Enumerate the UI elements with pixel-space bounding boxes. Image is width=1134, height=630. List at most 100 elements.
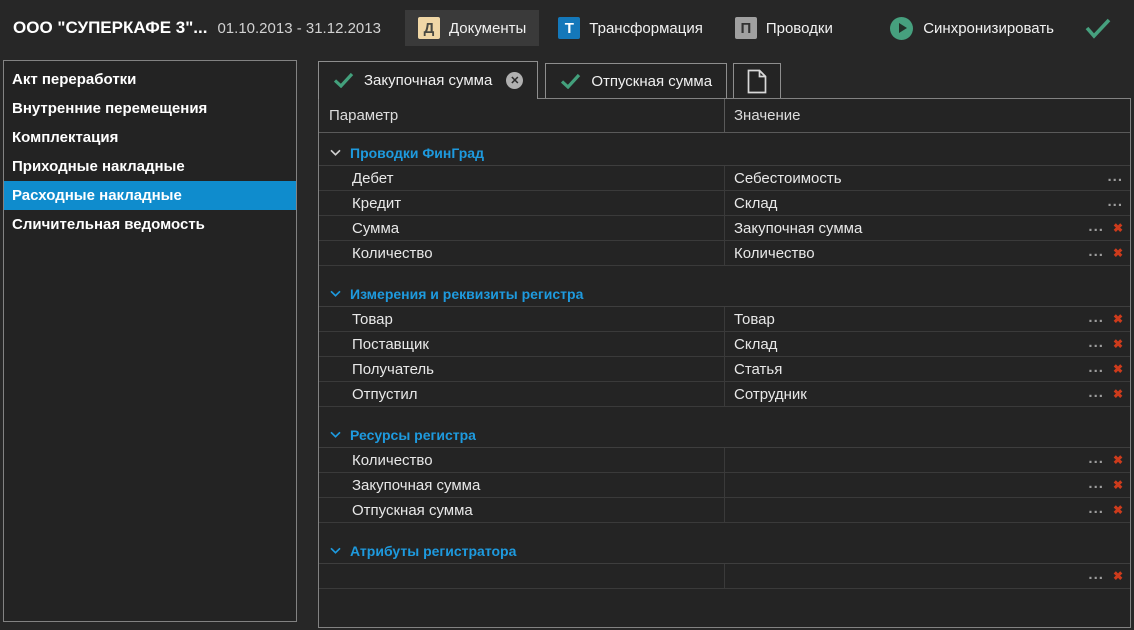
table-row[interactable]: ДебетСебестоимость... [319, 166, 1130, 191]
value-text: Количество [734, 245, 815, 262]
section-header[interactable]: Атрибуты регистратора [319, 538, 1130, 564]
ellipsis-button[interactable]: ... [1088, 335, 1104, 354]
remove-x-button[interactable]: ✖ [1113, 363, 1123, 375]
value-cell[interactable]: Сотрудник... ✖ [724, 382, 1130, 406]
sidebar-item[interactable]: Расходные накладные [4, 181, 296, 210]
main-area: Закупочная сумма ✕ Отпускная сумма Парамет… [318, 60, 1131, 628]
value-cell[interactable]: ... ✖ [724, 564, 1130, 588]
nav-button-documents[interactable]: Д Документы [405, 10, 539, 46]
table-row[interactable]: Закупочная сумма... ✖ [319, 473, 1130, 498]
value-cell[interactable]: Количество... ✖ [724, 241, 1130, 265]
sidebar-item[interactable]: Приходные накладные [4, 152, 296, 181]
section-header[interactable]: Измерения и реквизиты регистра [319, 281, 1130, 307]
chevron-down-icon[interactable] [330, 290, 341, 297]
row-controls: ... ✖ [1088, 501, 1130, 520]
ellipsis-button[interactable]: ... [1088, 451, 1104, 470]
param-cell: Закупочная сумма [319, 473, 724, 497]
table-row[interactable]: КоличествоКоличество... ✖ [319, 241, 1130, 266]
remove-x-button[interactable]: ✖ [1113, 388, 1123, 400]
value-cell[interactable]: Закупочная сумма...✖ [724, 216, 1130, 240]
postings-icon: П [735, 17, 757, 39]
remove-x-button[interactable]: ✖ [1113, 570, 1123, 582]
table-header: Параметр Значение [319, 99, 1130, 133]
remove-x-button[interactable]: ✖ [1113, 313, 1123, 325]
confirm-check-icon[interactable] [1084, 17, 1112, 39]
table-row[interactable]: ... ✖ [319, 564, 1130, 589]
remove-x-button[interactable]: ✖ [1113, 454, 1123, 466]
ellipsis-button[interactable]: ... [1088, 360, 1104, 379]
new-document-icon [747, 69, 767, 94]
sidebar: Акт переработкиВнутренние перемещенияКом… [3, 60, 297, 622]
table-section: Ресурсы регистраКоличество...✖Закупочная… [319, 422, 1130, 523]
param-cell: Получатель [319, 357, 724, 381]
ellipsis-button[interactable]: ... [1088, 244, 1104, 263]
nav-button-transformation[interactable]: ТТрансформация [545, 10, 716, 46]
documents-icon: Д [418, 17, 440, 39]
chevron-down-icon[interactable] [330, 149, 341, 156]
row-controls: ... [1107, 169, 1130, 188]
section-header[interactable]: Ресурсы регистра [319, 422, 1130, 448]
ellipsis-button[interactable]: ... [1088, 476, 1104, 495]
row-controls: ... ✖ [1088, 476, 1130, 495]
value-cell[interactable]: Склад... [724, 191, 1130, 215]
play-icon [890, 17, 913, 40]
value-cell[interactable]: Склад... ✖ [724, 332, 1130, 356]
table-row[interactable]: СуммаЗакупочная сумма...✖ [319, 216, 1130, 241]
synchronize-button[interactable]: Синхронизировать [886, 11, 1058, 46]
ellipsis-button[interactable]: ... [1088, 385, 1104, 404]
nav-label: Документы [449, 20, 526, 37]
value-cell[interactable]: ... ✖ [724, 473, 1130, 497]
value-cell[interactable]: ... ✖ [724, 498, 1130, 522]
table-row[interactable]: КредитСклад... [319, 191, 1130, 216]
sidebar-item[interactable]: Акт переработки [4, 65, 296, 94]
ellipsis-button[interactable]: ... [1107, 194, 1123, 213]
value-cell[interactable]: Себестоимость... [724, 166, 1130, 190]
document-tab[interactable]: Отпускная сумма [545, 63, 727, 98]
sidebar-item[interactable]: Внутренние перемещения [4, 94, 296, 123]
row-controls: ... [1107, 194, 1130, 213]
sidebar-item[interactable]: Сличительная ведомость [4, 210, 296, 239]
close-icon[interactable]: ✕ [506, 72, 523, 89]
ellipsis-button[interactable]: ... [1088, 501, 1104, 520]
table-row[interactable]: Отпускная сумма... ✖ [319, 498, 1130, 523]
value-cell[interactable]: Товар...✖ [724, 307, 1130, 331]
remove-x-button[interactable]: ✖ [1113, 504, 1123, 516]
table-row[interactable]: ОтпустилСотрудник...✖ [319, 382, 1130, 407]
value-cell[interactable]: Статья... ✖ [724, 357, 1130, 381]
remove-x-button[interactable]: ✖ [1113, 222, 1123, 234]
value-cell[interactable]: ... ✖ [724, 448, 1130, 472]
ellipsis-button[interactable]: ... [1088, 219, 1104, 238]
tab-label: Отпускная сумма [591, 73, 712, 90]
transformation-icon: Т [558, 17, 580, 39]
table-row[interactable]: Получатель Статья... ✖ [319, 357, 1130, 382]
remove-x-button[interactable]: ✖ [1113, 247, 1123, 259]
value-text: Склад [734, 336, 777, 353]
chevron-down-icon[interactable] [330, 431, 341, 438]
document-tab[interactable]: Закупочная сумма ✕ [318, 61, 538, 99]
ellipsis-button[interactable]: ... [1088, 310, 1104, 329]
param-cell [319, 564, 724, 588]
param-cell: Отпускная сумма [319, 498, 724, 522]
value-text: Сотрудник [734, 386, 807, 403]
param-cell: Сумма [319, 216, 724, 240]
table-row[interactable]: Количество...✖ [319, 448, 1130, 473]
table-section: Атрибуты регистратора... ✖ [319, 538, 1130, 589]
remove-x-button[interactable]: ✖ [1113, 338, 1123, 350]
ellipsis-button[interactable]: ... [1107, 169, 1123, 188]
remove-x-button[interactable]: ✖ [1113, 479, 1123, 491]
tab-label: Закупочная сумма [364, 72, 492, 89]
value-text: Статья [734, 361, 782, 378]
date-range[interactable]: 01.10.2013 - 31.12.2013 [217, 20, 380, 37]
chevron-down-icon[interactable] [330, 547, 341, 554]
sidebar-item[interactable]: Комплектация [4, 123, 296, 152]
param-cell: Кредит [319, 191, 724, 215]
ellipsis-button[interactable]: ... [1088, 567, 1104, 586]
table-row[interactable]: ПоставщикСклад...✖ [319, 332, 1130, 357]
nav-button-postings[interactable]: ППроводки [722, 10, 846, 46]
mapping-panel: Параметр Значение Проводки ФинГрадДебетС… [318, 98, 1131, 628]
section-header[interactable]: Проводки ФинГрад [319, 140, 1130, 166]
param-cell: Дебет [319, 166, 724, 190]
new-document-tab[interactable] [733, 63, 781, 98]
tab-bar: Закупочная сумма ✕ Отпускная сумма [318, 60, 1131, 98]
table-row[interactable]: ТоварТовар...✖ [319, 307, 1130, 332]
